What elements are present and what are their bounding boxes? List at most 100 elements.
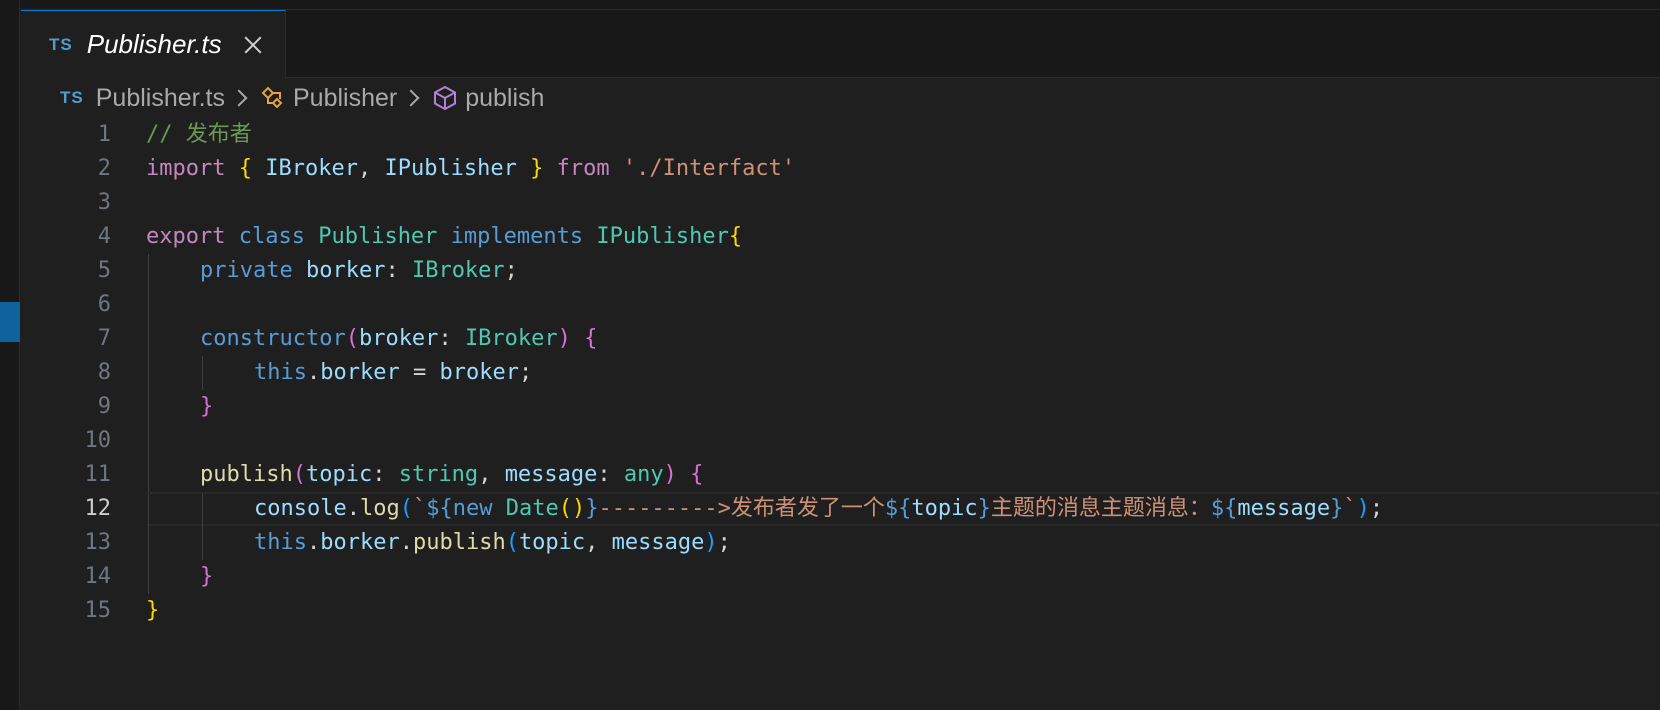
- indent-guide: [202, 526, 203, 560]
- interpolation: }: [1330, 496, 1344, 521]
- code-line[interactable]: }: [146, 390, 1660, 424]
- code-line[interactable]: export class Publisher implements IPubli…: [146, 220, 1660, 254]
- keyword: this: [254, 530, 307, 555]
- code-line[interactable]: }: [146, 560, 1660, 594]
- typescript-file-icon: TS: [49, 34, 73, 54]
- property: borker: [320, 360, 400, 385]
- tab-publisher-ts[interactable]: TS Publisher.ts: [21, 10, 286, 78]
- code-line-empty[interactable]: [146, 186, 1660, 220]
- keyword: from: [556, 156, 610, 181]
- code-editor[interactable]: 1 2 3 4 5 6 7 8 9 10 11 12 13 14 15 // 发…: [21, 118, 1660, 710]
- tab-label: Publisher.ts: [86, 29, 222, 59]
- punctuation: .: [306, 530, 321, 555]
- code-line-empty[interactable]: [146, 424, 1660, 458]
- interpolation: ${: [426, 496, 453, 521]
- property: borker: [305, 258, 386, 283]
- brace: {: [728, 224, 743, 249]
- code-line[interactable]: import { IBroker, IPublisher } from './I…: [146, 152, 1660, 186]
- typescript-file-icon: TS: [60, 88, 84, 107]
- property: borker: [320, 530, 400, 555]
- identifier: message: [1237, 496, 1331, 521]
- line-number: 13: [84, 530, 112, 555]
- keyword: implements: [450, 224, 584, 249]
- paren: (: [399, 496, 413, 521]
- code-line[interactable]: }: [146, 594, 1660, 628]
- comment: // 发布者: [146, 122, 252, 147]
- class-icon: [261, 86, 283, 109]
- operator: =: [399, 360, 440, 385]
- class-name: Date: [505, 496, 559, 521]
- code-line[interactable]: this.borker = broker;: [146, 356, 1660, 390]
- code-line[interactable]: this.borker.publish(topic, message);: [146, 526, 1660, 560]
- keyword: export: [146, 224, 226, 249]
- code-line[interactable]: private borker: IBroker;: [146, 254, 1660, 288]
- line-number: 6: [97, 292, 111, 317]
- line-number-gutter: 1 2 3 4 5 6 7 8 9 10 11 12 13 14 15: [21, 118, 112, 628]
- interpolation: ${: [1210, 496, 1238, 521]
- punctuation: :: [438, 326, 452, 351]
- close-icon[interactable]: [242, 34, 264, 56]
- code-line-current[interactable]: console.log(`${new Date()}--------->发布者发…: [146, 492, 1660, 528]
- identifier: IBroker: [265, 156, 358, 181]
- line-number-active: 12: [84, 496, 112, 521]
- punctuation: ,: [585, 530, 599, 555]
- interpolation: }: [585, 496, 599, 521]
- indent-guide: [148, 458, 149, 492]
- editor-tab-bar: TS Publisher.ts: [21, 10, 1660, 78]
- punctuation: ,: [357, 156, 372, 181]
- line-number: 14: [84, 564, 112, 589]
- keyword: private: [200, 258, 293, 283]
- line-number: 1: [97, 122, 111, 147]
- type-name: IBroker: [411, 258, 505, 283]
- identifier: broker: [439, 360, 519, 385]
- activity-bar: [0, 0, 20, 710]
- brace: }: [200, 394, 214, 419]
- punctuation: ;: [1369, 496, 1384, 521]
- line-number: 7: [97, 326, 111, 351]
- interpolation: }: [977, 496, 991, 521]
- punctuation: ;: [717, 530, 731, 555]
- parameter: message: [504, 462, 598, 487]
- line-number: 9: [97, 394, 111, 419]
- code-line[interactable]: publish(topic: string, message: any) {: [146, 458, 1660, 492]
- brace: {: [238, 156, 252, 181]
- line-number: 15: [84, 598, 112, 623]
- paren: ): [704, 530, 718, 555]
- breadcrumb-method[interactable]: publish: [465, 84, 544, 113]
- breadcrumb-class[interactable]: Publisher: [293, 84, 397, 113]
- method-name: publish: [412, 530, 506, 555]
- paren: (: [292, 462, 306, 487]
- code-area[interactable]: // 发布者 import { IBroker, IPublisher } fr…: [146, 118, 1660, 628]
- activity-bar-active-indicator[interactable]: [0, 302, 20, 342]
- paren: (: [345, 326, 359, 351]
- keyword: new: [452, 496, 493, 521]
- indent-guide: [148, 288, 149, 322]
- string: 主题的消息主题消息：: [990, 496, 1211, 521]
- keyword: constructor: [200, 326, 346, 351]
- keyword: class: [238, 224, 305, 249]
- code-line[interactable]: // 发布者: [146, 118, 1660, 152]
- brace: {: [690, 462, 704, 487]
- parameter: topic: [305, 462, 373, 487]
- line-number: 4: [97, 224, 111, 249]
- breadcrumb-file[interactable]: Publisher.ts: [96, 84, 225, 113]
- indent-guide: [202, 356, 203, 390]
- chevron-right-icon: [230, 89, 248, 107]
- punctuation: :: [385, 258, 399, 283]
- string: './Interfact': [622, 156, 796, 181]
- code-line-empty[interactable]: [146, 288, 1660, 322]
- punctuation: .: [306, 360, 321, 385]
- code-line[interactable]: constructor(broker: IBroker) {: [146, 322, 1660, 356]
- method-name: log: [359, 496, 400, 521]
- identifier: message: [611, 530, 705, 555]
- class-name: Publisher: [318, 224, 438, 249]
- indent-guide: [148, 390, 149, 424]
- paren: ): [1356, 496, 1370, 521]
- line-number: 5: [97, 258, 111, 283]
- line-number: 10: [84, 428, 112, 453]
- identifier: topic: [518, 530, 586, 555]
- indent-guide: [148, 254, 149, 288]
- parameter: broker: [358, 326, 439, 351]
- type-name: IBroker: [464, 326, 558, 351]
- brace: {: [584, 326, 598, 351]
